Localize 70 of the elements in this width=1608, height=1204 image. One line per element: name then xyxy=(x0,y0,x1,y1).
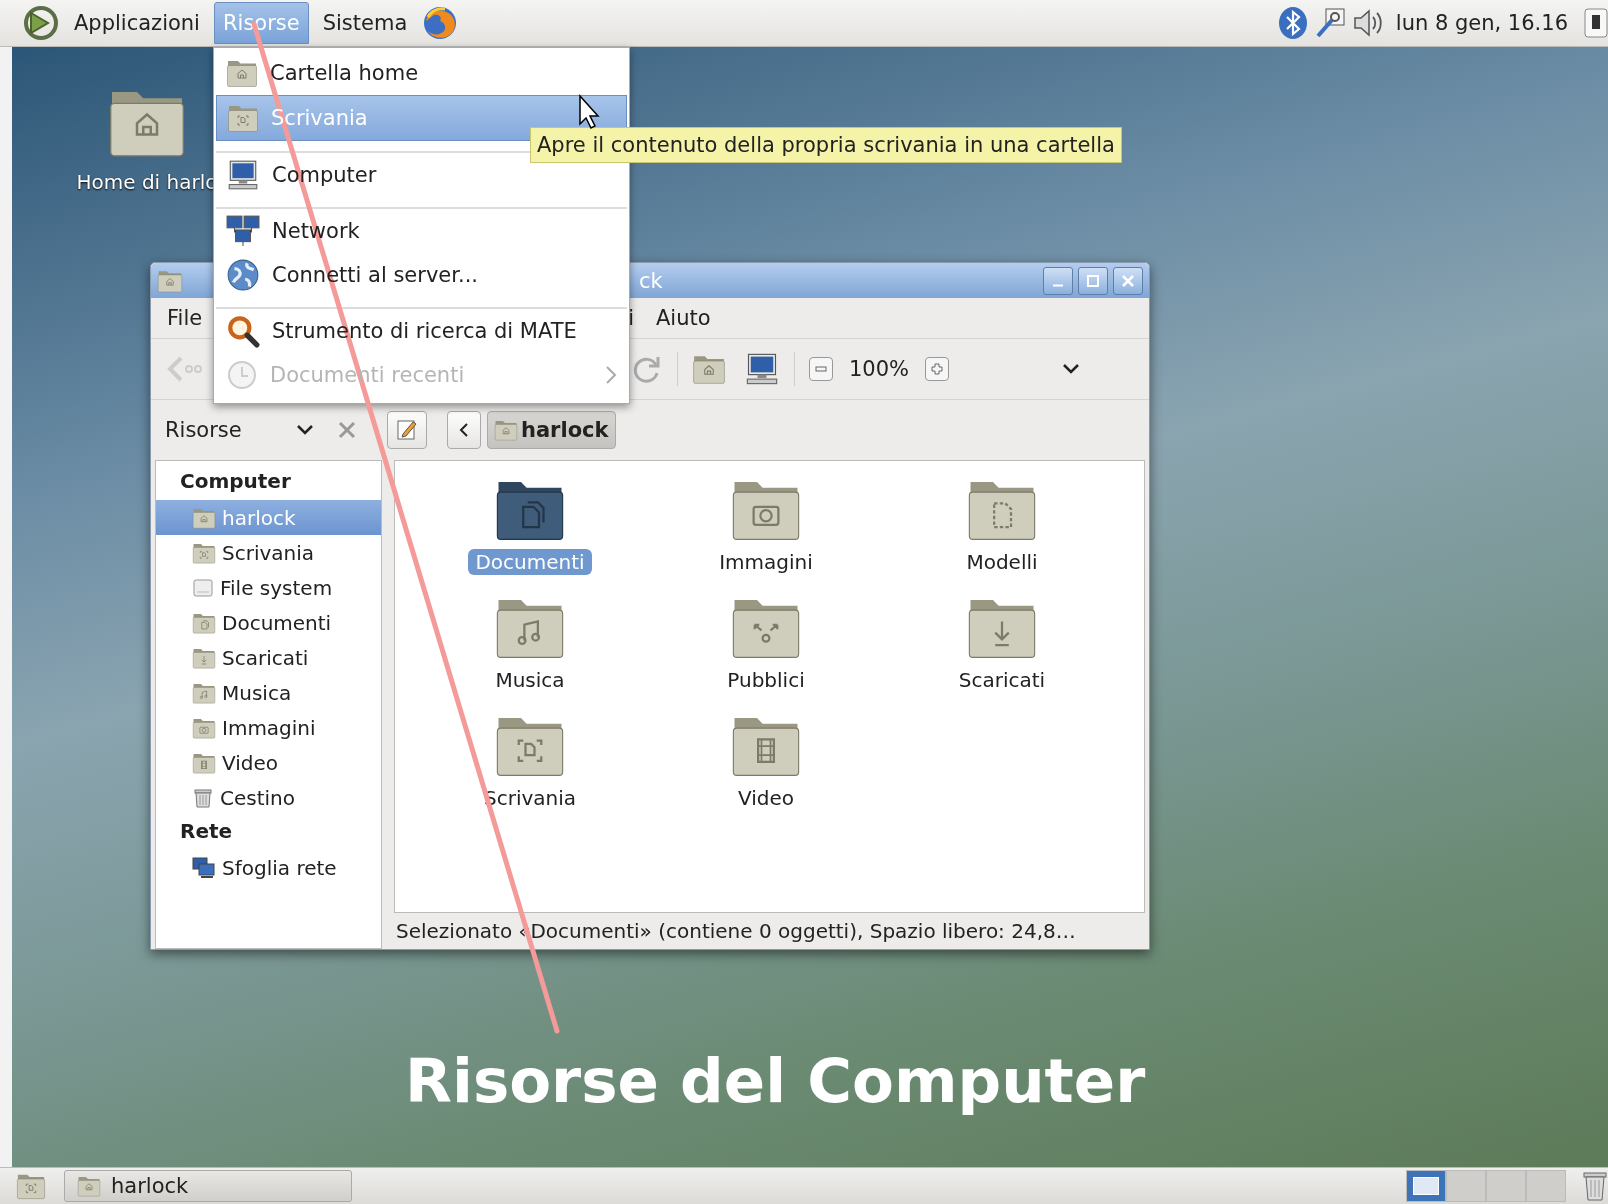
edit-location-button[interactable] xyxy=(387,411,427,449)
chevron-down-icon[interactable] xyxy=(295,423,315,437)
back-button[interactable] xyxy=(447,411,481,449)
maximize-icon xyxy=(1086,273,1100,288)
shutdown-icon[interactable] xyxy=(1584,8,1608,38)
panel-menu[interactable]: Sistema xyxy=(314,3,416,43)
close-icon xyxy=(1121,273,1135,288)
bluetooth-icon[interactable] xyxy=(1277,6,1308,40)
file-label[interactable]: Immagini xyxy=(712,549,820,575)
zoom-level: 100% xyxy=(849,357,910,381)
menu-item[interactable]: Connetti al server... xyxy=(216,253,627,297)
caption: Risorse del Computer xyxy=(405,1045,1146,1116)
sidebar-heading: Rete xyxy=(179,818,234,845)
sidebar-heading: Computer xyxy=(179,468,292,495)
computer-icon xyxy=(744,351,780,387)
sidebar-item[interactable]: Cestino xyxy=(156,780,381,815)
menu-item[interactable]: File xyxy=(163,306,207,330)
menu-item[interactable]: Aiuto xyxy=(652,306,715,330)
menu-item[interactable]: Strumento di ricerca di MATE xyxy=(216,307,627,353)
trash-icon xyxy=(192,786,214,809)
clock[interactable]: lun 8 gen, 16.16 xyxy=(1395,11,1568,35)
zoom-in-button[interactable] xyxy=(925,357,950,381)
sidebar-item[interactable]: Scrivania xyxy=(156,535,381,570)
mouse-pointer-icon xyxy=(579,94,600,129)
workspace-button[interactable] xyxy=(1406,1170,1446,1202)
sidebar-item[interactable]: Musica xyxy=(156,675,381,710)
pencil-icon xyxy=(395,418,419,442)
sidebar-item[interactable]: Immagini xyxy=(156,710,381,745)
logo-icon[interactable] xyxy=(22,4,60,42)
chevron-left-icon xyxy=(458,422,470,438)
tooltip: Apre il contenuto della propria scrivania in una cartella xyxy=(530,127,1122,163)
window-title: ck xyxy=(639,268,664,293)
home-folder-icon xyxy=(77,1174,101,1198)
computer-icon xyxy=(226,158,260,192)
file-label[interactable]: Pubblici xyxy=(720,667,812,693)
panel-menu[interactable]: Applicazioni xyxy=(66,3,208,43)
clock-icon xyxy=(226,359,258,391)
network-icon xyxy=(192,856,216,879)
sidebar-item[interactable]: Documenti xyxy=(156,605,381,640)
file-label[interactable]: Scaricati xyxy=(951,667,1053,693)
network-icon xyxy=(226,214,260,248)
sidebar-item[interactable]: Scaricati xyxy=(156,640,381,675)
sidebar-item[interactable]: Video xyxy=(156,745,381,780)
taskbar-window-button[interactable]: harlock xyxy=(64,1170,352,1202)
minimize-icon xyxy=(1052,283,1064,287)
drive-icon xyxy=(192,576,214,599)
menu-item[interactable]: Cartella home xyxy=(216,51,627,95)
path-button[interactable]: harlock xyxy=(487,411,616,449)
sidebar-item[interactable]: File system xyxy=(156,570,381,605)
pane-title[interactable]: Risorse xyxy=(165,418,295,442)
search-icon xyxy=(226,314,260,348)
globe-icon xyxy=(226,258,260,292)
sidebar-item[interactable]: Sfoglia rete xyxy=(156,850,381,885)
chevron-right-icon xyxy=(605,365,617,385)
maximize-button[interactable] xyxy=(1078,266,1108,295)
plus-icon xyxy=(931,363,944,375)
home-folder-icon xyxy=(494,418,518,442)
close-icon[interactable] xyxy=(337,420,357,440)
minimize-button[interactable] xyxy=(1043,266,1073,295)
zoom-out-button[interactable] xyxy=(809,357,833,381)
chevron-down-icon[interactable] xyxy=(1061,362,1082,376)
status-text: Selezionato «Documenti» (contiene 0 oggetti), Spazio libero: 24,8… xyxy=(396,919,1076,943)
volume-icon[interactable] xyxy=(1351,8,1384,38)
menu-item[interactable]: Network xyxy=(216,207,627,253)
file-label[interactable]: Musica xyxy=(488,667,572,693)
file-label[interactable]: Video xyxy=(730,785,801,811)
minus-icon xyxy=(815,363,827,375)
file-label[interactable]: Modelli xyxy=(959,549,1045,575)
close-button[interactable] xyxy=(1113,266,1143,295)
trash-icon[interactable] xyxy=(1582,1170,1608,1202)
